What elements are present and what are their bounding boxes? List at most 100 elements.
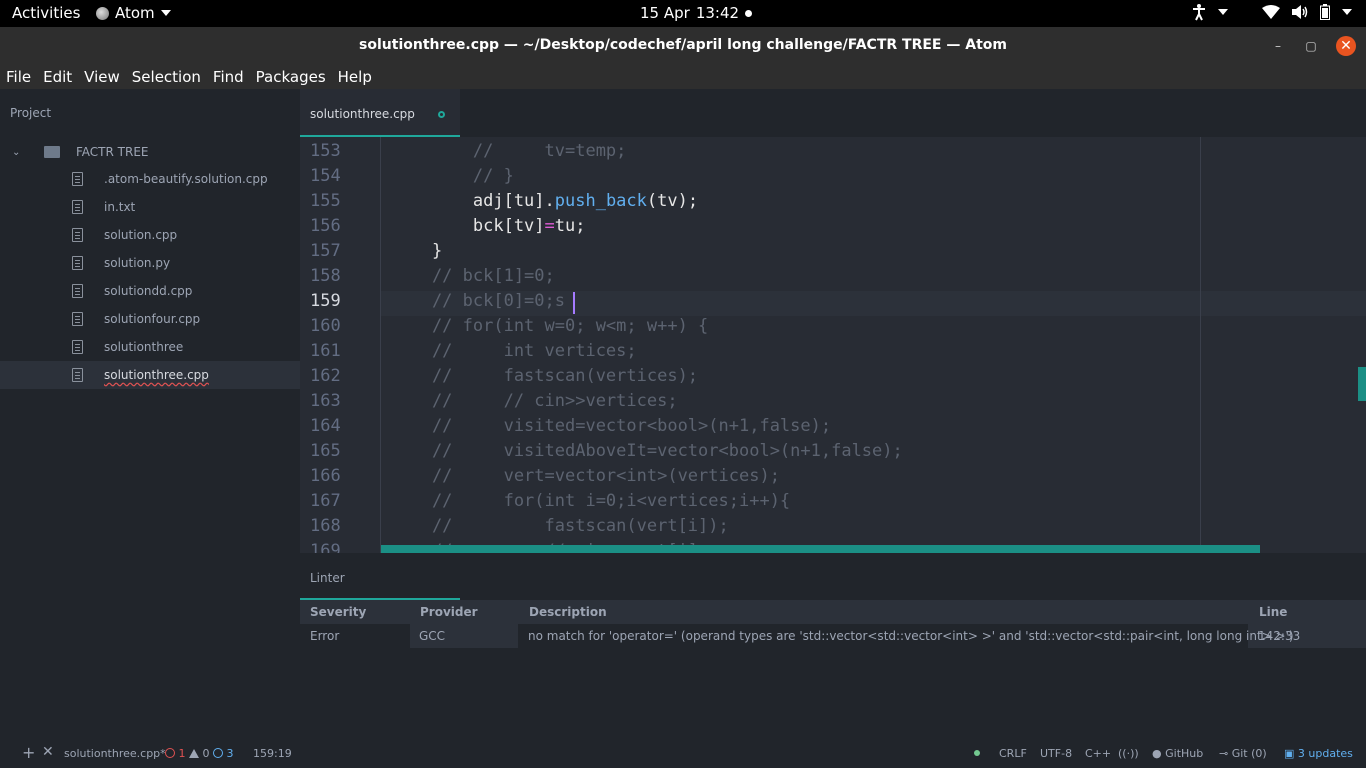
line-number[interactable]: 162 <box>310 366 350 386</box>
system-tray[interactable] <box>1192 3 1352 21</box>
code-editor[interactable]: 153 154 155 156 157 158 159 160 161 162 163 164 165 1… <box>300 137 1366 553</box>
menu-find[interactable]: Find <box>207 64 250 89</box>
activities-button[interactable]: Activities <box>12 4 80 22</box>
tree-file[interactable]: solution.py <box>0 249 300 277</box>
accessibility-icon[interactable] <box>1192 3 1206 21</box>
git-button[interactable]: ⊸ Git (0) <box>1219 747 1267 760</box>
line-number[interactable]: 154 <box>310 166 350 186</box>
menu-view[interactable]: View <box>78 64 126 89</box>
tree-file[interactable]: solutionfour.cpp <box>0 305 300 333</box>
github-button[interactable]: ● GitHub <box>1152 747 1203 760</box>
code-line[interactable]: adj[tu].push_back(tv); <box>391 191 698 211</box>
code-line[interactable]: // int vertices; <box>391 341 637 361</box>
tree-file-label: solutionthree.cpp <box>104 368 209 382</box>
code-line[interactable]: // bck[0]=0;s <box>391 291 575 311</box>
horizontal-scrollbar[interactable] <box>381 545 1260 553</box>
line-number[interactable]: 167 <box>310 491 350 511</box>
table-row[interactable]: Error GCC no match for 'operator=' (oper… <box>300 624 1366 648</box>
linter-counts[interactable]: 1 0 3 <box>165 747 234 760</box>
menu-packages[interactable]: Packages <box>250 64 332 89</box>
chevron-down-icon[interactable]: ⌄ <box>12 147 32 158</box>
tree-file[interactable]: solutiondd.cpp <box>0 277 300 305</box>
clock[interactable]: 15 Apr 13:42 <box>640 4 753 22</box>
menu-edit[interactable]: Edit <box>37 64 78 89</box>
code-token: = <box>544 216 555 236</box>
code-line[interactable]: // } <box>391 166 514 186</box>
line-number[interactable]: 156 <box>310 216 350 236</box>
line-number[interactable]: 165 <box>310 441 350 461</box>
modified-indicator-icon[interactable] <box>438 111 445 118</box>
line-number[interactable]: 158 <box>310 266 350 286</box>
code-line[interactable]: // vert=vector<int>(vertices); <box>391 466 780 486</box>
error-count: 1 <box>178 747 186 760</box>
line-number[interactable]: 153 <box>310 141 350 161</box>
line-number[interactable]: 161 <box>310 341 350 361</box>
line-number[interactable]: 166 <box>310 466 350 486</box>
tree-file[interactable]: solutionthree <box>0 333 300 361</box>
updates-button[interactable]: ▣ 3 updates <box>1284 747 1353 760</box>
status-file-name[interactable]: solutionthree.cpp* <box>64 747 166 760</box>
tree-file[interactable]: .atom-beautify.solution.cpp <box>0 165 300 193</box>
code-line[interactable]: // bck[1]=0; <box>391 266 555 286</box>
tree-root-folder[interactable]: ⌄ FACTR TREE <box>12 143 149 161</box>
maximize-button[interactable]: ▢ <box>1301 36 1321 56</box>
code-line[interactable]: // visited=vector<bool>(n+1,false); <box>391 416 831 436</box>
broadcast-icon[interactable]: ((·)) <box>1118 747 1139 760</box>
warning-count: 0 <box>202 747 210 760</box>
menu-file[interactable]: File <box>0 64 37 89</box>
wifi-icon[interactable] <box>1262 5 1280 19</box>
code-line[interactable]: // tv=temp; <box>391 141 627 161</box>
editor-tab-bar: solutionthree.cpp <box>300 89 1366 137</box>
chevron-down-icon[interactable] <box>1218 9 1228 15</box>
line-number[interactable]: 163 <box>310 391 350 411</box>
tree-file-label: solution.cpp <box>104 228 178 242</box>
chevron-down-icon[interactable] <box>1342 9 1352 15</box>
line-number[interactable]: 164 <box>310 416 350 436</box>
grammar-selector[interactable]: C++ <box>1085 747 1111 760</box>
battery-icon[interactable] <box>1320 4 1330 20</box>
code-token: // vert=vector<int>(vertices); <box>391 466 780 486</box>
code-token: // for(int w=0; w<m; w++) { <box>391 316 709 336</box>
wrap-guide <box>1200 137 1201 553</box>
line-number[interactable]: 159 <box>310 291 350 311</box>
close-icon[interactable]: ✕ <box>42 744 54 760</box>
column-description[interactable]: Description <box>529 605 607 619</box>
code-line[interactable]: // for(int w=0; w<m; w++) { <box>391 316 708 336</box>
tree-file-selected[interactable]: solutionthree.cpp <box>0 361 300 389</box>
add-icon[interactable]: + <box>22 743 35 762</box>
line-number[interactable]: 168 <box>310 516 350 536</box>
line-number[interactable]: 169 <box>310 541 350 553</box>
vertical-scrollbar-thumb[interactable] <box>1358 367 1366 401</box>
volume-icon[interactable] <box>1292 5 1308 19</box>
column-severity[interactable]: Severity <box>310 605 366 619</box>
line-number[interactable]: 160 <box>310 316 350 336</box>
column-line[interactable]: Line <box>1259 605 1287 619</box>
tree-file[interactable]: in.txt <box>0 193 300 221</box>
file-icon <box>72 256 83 270</box>
tab-linter[interactable]: Linter <box>300 553 460 600</box>
tree-file[interactable]: solution.cpp <box>0 221 300 249</box>
menu-help[interactable]: Help <box>332 64 378 89</box>
cursor-position[interactable]: 159:19 <box>253 747 292 760</box>
row-provider: GCC <box>419 629 446 643</box>
tab-solutionthree[interactable]: solutionthree.cpp <box>300 89 460 137</box>
file-encoding[interactable]: UTF-8 <box>1040 747 1072 760</box>
row-line[interactable]: 142:33 <box>1258 629 1300 643</box>
code-line[interactable]: } <box>391 241 442 261</box>
code-line[interactable]: // fastscan(vertices); <box>391 366 698 386</box>
column-provider[interactable]: Provider <box>420 605 478 619</box>
close-button[interactable]: ✕ <box>1336 36 1356 56</box>
code-line[interactable]: // fastscan(vert[i]); <box>391 516 729 536</box>
line-number[interactable]: 155 <box>310 191 350 211</box>
row-description: no match for 'operator=' (operand types … <box>528 629 1294 643</box>
code-line[interactable]: bck[tv]=tu; <box>391 216 586 236</box>
code-line[interactable]: // for(int i=0;i<vertices;i++){ <box>391 491 790 511</box>
line-number-gutter[interactable]: 153 154 155 156 157 158 159 160 161 162 163 164 165 1… <box>300 137 380 553</box>
code-line[interactable]: // // cin>>vertices; <box>391 391 678 411</box>
line-ending[interactable]: CRLF <box>999 747 1027 760</box>
code-line[interactable]: // visitedAboveIt=vector<bool>(n+1,false… <box>391 441 903 461</box>
menu-selection[interactable]: Selection <box>126 64 207 89</box>
minimize-button[interactable]: – <box>1268 36 1288 56</box>
app-menu[interactable]: Atom <box>96 4 171 22</box>
line-number[interactable]: 157 <box>310 241 350 261</box>
